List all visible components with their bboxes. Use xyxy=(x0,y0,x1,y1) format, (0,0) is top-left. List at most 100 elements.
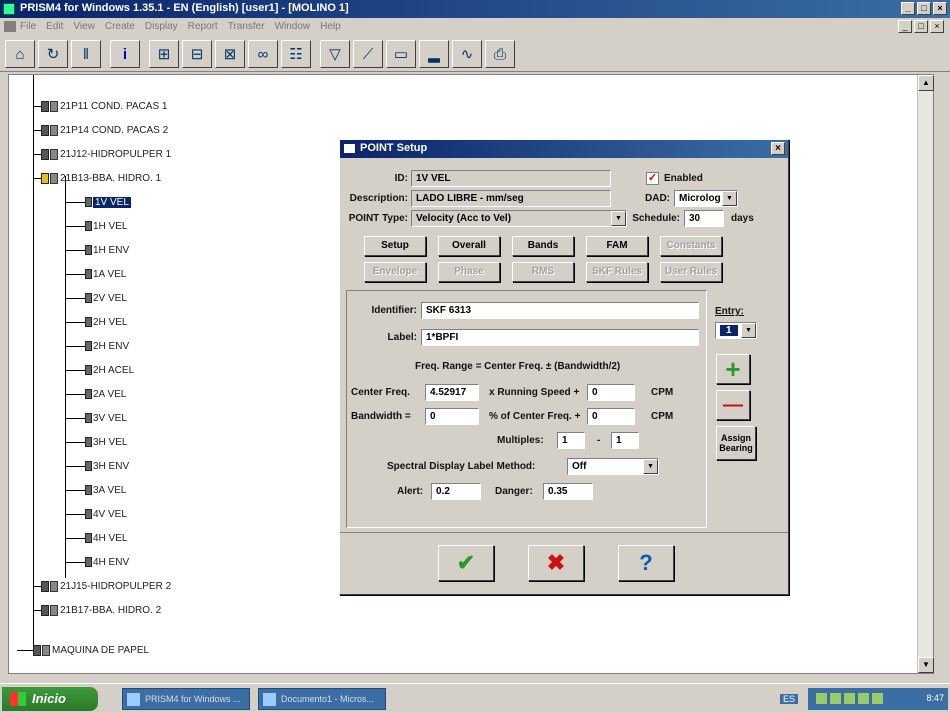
chevron-down-icon[interactable]: ▼ xyxy=(722,191,737,206)
add-entry-button[interactable]: + xyxy=(716,354,750,384)
menu-transfer[interactable]: Transfer xyxy=(228,21,265,36)
multiples-from-field[interactable]: 1 xyxy=(557,432,585,449)
tree-node[interactable]: 2V VEL xyxy=(65,291,127,305)
entry-select[interactable]: 1 ▼ xyxy=(715,322,757,339)
tree-node[interactable]: 1A VEL xyxy=(65,267,126,281)
tree-node[interactable]: 2H ACEL xyxy=(65,363,134,377)
tree-node[interactable]: 4H ENV xyxy=(65,555,129,569)
scroll-down-icon[interactable]: ▼ xyxy=(918,657,934,673)
point-edit-icon[interactable]: ⊠ xyxy=(215,40,245,68)
menu-help[interactable]: Help xyxy=(320,21,341,36)
danger-field[interactable]: 0.35 xyxy=(543,483,593,500)
mdi-minimize-button[interactable]: _ xyxy=(898,20,912,33)
menu-view[interactable]: View xyxy=(73,21,95,36)
spectrum-icon[interactable]: ▂ xyxy=(419,40,449,68)
help-button[interactable]: ? xyxy=(618,545,674,581)
tree-node[interactable]: 2H ENV xyxy=(65,339,129,353)
tree-node[interactable]: 21B17-BBA. HIDRO. 2 xyxy=(33,603,161,617)
print-icon[interactable]: ⎙ xyxy=(485,40,515,68)
waveform-icon[interactable]: ∿ xyxy=(452,40,482,68)
tree-node-selected[interactable]: 1V VEL xyxy=(65,195,131,209)
remove-entry-button[interactable]: — xyxy=(716,390,750,420)
graph-icon[interactable]: ▭ xyxy=(386,40,416,68)
center-freq-field[interactable]: 4.52917 xyxy=(425,384,479,401)
schedule-field[interactable]: 30 xyxy=(684,210,724,227)
tab-phase[interactable]: Phase xyxy=(438,262,500,282)
filter-icon[interactable]: ▽ xyxy=(320,40,350,68)
spectral-label-method-select[interactable]: Off ▼ xyxy=(567,458,659,475)
bandwidth-field[interactable]: 0 xyxy=(425,408,479,425)
running-speed-field[interactable]: 0 xyxy=(587,384,635,401)
percent-center-field[interactable]: 0 xyxy=(587,408,635,425)
dad-select[interactable]: Microlog ▼ xyxy=(674,190,738,207)
chevron-down-icon[interactable]: ▼ xyxy=(611,211,626,226)
mdi-restore-button[interactable]: □ xyxy=(914,20,928,33)
info-icon[interactable]: i xyxy=(110,40,140,68)
identifier-field[interactable]: SKF 6313 xyxy=(421,302,699,319)
tray-icon[interactable] xyxy=(844,693,855,704)
tree-node[interactable]: 3A VEL xyxy=(65,483,126,497)
tree-node[interactable]: 1H ENV xyxy=(65,243,129,257)
tray-icon[interactable] xyxy=(872,693,883,704)
menu-file[interactable]: File xyxy=(20,21,36,36)
minimize-button[interactable]: _ xyxy=(901,2,915,15)
tree-node[interactable]: 2A VEL xyxy=(65,387,126,401)
dialog-close-button[interactable]: × xyxy=(771,142,785,155)
close-button[interactable]: × xyxy=(933,2,947,15)
machines-icon[interactable]: ☷ xyxy=(281,40,311,68)
vertical-scrollbar[interactable]: ▲ ▼ xyxy=(917,75,934,673)
menu-window[interactable]: Window xyxy=(275,21,311,36)
mdi-close-button[interactable]: × xyxy=(930,20,944,33)
hierarchy-icon[interactable]: ⌂ xyxy=(5,40,35,68)
tab-user-rules[interactable]: User Rules xyxy=(660,262,722,282)
tree-node[interactable]: 1H VEL xyxy=(65,219,127,233)
tree-node[interactable]: 4V VEL xyxy=(65,507,127,521)
tab-envelope[interactable]: Envelope xyxy=(364,262,426,282)
tree-node[interactable]: 3V VEL xyxy=(65,411,127,425)
language-indicator[interactable]: ES xyxy=(779,694,798,704)
tab-rms[interactable]: RMS xyxy=(512,262,574,282)
tray-icon[interactable] xyxy=(830,693,841,704)
document-icon[interactable] xyxy=(4,21,16,32)
maximize-button[interactable]: □ xyxy=(917,2,931,15)
tab-constants[interactable]: Constants xyxy=(660,236,722,256)
description-field[interactable]: LADO LIBRE - mm/seg xyxy=(411,190,611,207)
label-field[interactable]: 1*BPFI xyxy=(421,329,699,346)
tab-bands[interactable]: Bands xyxy=(512,236,574,256)
id-field[interactable]: 1V VEL xyxy=(411,170,611,187)
scroll-up-icon[interactable]: ▲ xyxy=(918,75,934,91)
tree-node[interactable]: 21P11 COND. PACAS 1 xyxy=(33,99,167,113)
taskbar-item-prism[interactable]: PRISM4 for Windows ... xyxy=(122,688,250,710)
tree-node[interactable]: 2H VEL xyxy=(65,315,127,329)
menu-report[interactable]: Report xyxy=(188,21,218,36)
alert-field[interactable]: 0.2 xyxy=(431,483,481,500)
menu-edit[interactable]: Edit xyxy=(46,21,63,36)
enabled-checkbox[interactable]: ✓ xyxy=(646,172,659,185)
tree-node[interactable]: MAQUINA DE PAPEL xyxy=(17,643,149,657)
point-icon[interactable]: ⊞ xyxy=(149,40,179,68)
menu-display[interactable]: Display xyxy=(145,21,178,36)
cancel-button[interactable]: ✖ xyxy=(528,545,584,581)
chevron-down-icon[interactable]: ▼ xyxy=(643,459,658,474)
tree-node[interactable]: 4H VEL xyxy=(65,531,127,545)
tab-skf-rules[interactable]: SKF Rules xyxy=(586,262,648,282)
chevron-down-icon[interactable]: ▼ xyxy=(741,323,756,338)
tray-icon[interactable] xyxy=(816,693,827,704)
tab-setup[interactable]: Setup xyxy=(364,236,426,256)
route-icon[interactable]: ↻ xyxy=(38,40,68,68)
tree-node[interactable]: 3H VEL xyxy=(65,435,127,449)
tab-fam[interactable]: FAM xyxy=(586,236,648,256)
taskbar-item-word[interactable]: Documento1 - Micros... xyxy=(258,688,386,710)
point-type-select[interactable]: Velocity (Acc to Vel) ▼ xyxy=(411,210,627,227)
tree-node[interactable]: 21J15-HIDROPULPER 2 xyxy=(33,579,171,593)
link-icon[interactable]: ∞ xyxy=(248,40,278,68)
tree-node[interactable]: 21B13-BBA. HIDRO. 1 xyxy=(33,171,161,185)
start-button[interactable]: Inicio xyxy=(2,687,98,711)
ok-button[interactable]: ✔ xyxy=(438,545,494,581)
tree-node[interactable]: 3H ENV xyxy=(65,459,129,473)
tray-icon[interactable] xyxy=(858,693,869,704)
assign-bearing-button[interactable]: Assign Bearing xyxy=(716,426,756,460)
tag-icon[interactable]: ǁ xyxy=(71,40,101,68)
tab-overall[interactable]: Overall xyxy=(438,236,500,256)
tree-node[interactable]: 21P14 COND. PACAS 2 xyxy=(33,123,168,137)
